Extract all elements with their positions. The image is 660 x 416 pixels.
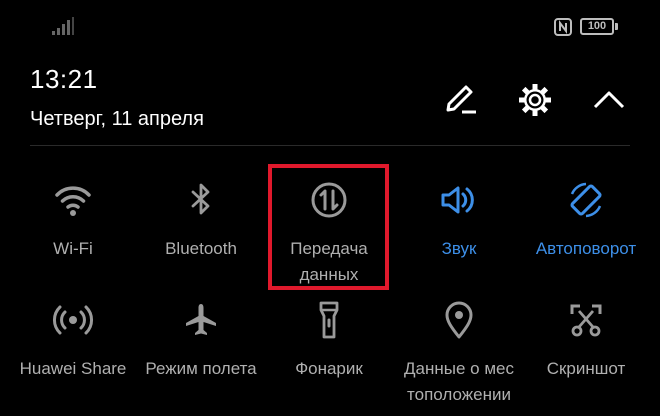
battery-icon: 100 [580, 18, 614, 35]
speaker-icon [437, 178, 481, 222]
tile-label: Автоповорот [535, 239, 637, 258]
auto-rotate-icon [564, 178, 608, 222]
edit-button[interactable] [440, 80, 480, 120]
tile-auto-rotate[interactable]: Автоповорот [516, 178, 656, 296]
signal-icon [52, 17, 74, 35]
tile-location[interactable]: Данные о мес тоположении [389, 298, 529, 416]
tile-label: Режим полета [145, 359, 257, 378]
collapse-chevron-icon [593, 91, 625, 109]
tile-flashlight[interactable]: Фонарик [259, 298, 399, 416]
tile-label: Скриншот [546, 359, 626, 378]
date-label: Четверг, 11 апреля [30, 108, 204, 130]
airplane-icon [179, 298, 223, 342]
tile-sound[interactable]: Звук [389, 178, 529, 296]
tile-label: Bluetooth [165, 239, 237, 258]
settings-button[interactable] [515, 80, 555, 120]
tile-wifi[interactable]: Wi-Fi [3, 178, 143, 296]
tile-label: Звук [441, 239, 477, 258]
huawei-share-icon [51, 298, 95, 342]
tile-label: Huawei Share [19, 359, 127, 378]
bluetooth-icon [179, 178, 223, 222]
tile-bluetooth[interactable]: Bluetooth [131, 178, 271, 296]
nfc-icon [554, 18, 572, 36]
collapse-button[interactable] [589, 80, 629, 120]
settings-gear-icon [519, 84, 551, 116]
edit-icon [446, 85, 476, 114]
tile-label: Wi-Fi [53, 239, 93, 258]
clock-time: 13:21 [30, 64, 98, 94]
highlight-frame [268, 164, 389, 290]
tile-label: Фонарик [295, 359, 363, 378]
screenshot-icon [564, 298, 608, 342]
location-pin-icon [437, 298, 481, 342]
tile-airplane-mode[interactable]: Режим полета [131, 298, 271, 416]
tile-screenshot[interactable]: Скриншот [516, 298, 656, 416]
status-bar: 100 [0, 0, 660, 44]
wifi-icon [51, 178, 95, 222]
battery-level: 100 [587, 20, 607, 32]
flashlight-icon [307, 298, 351, 342]
header-divider [30, 145, 630, 146]
battery-tip [615, 23, 618, 30]
tile-label: Данные о мес тоположении [404, 359, 514, 404]
tile-huawei-share[interactable]: Huawei Share [3, 298, 143, 416]
